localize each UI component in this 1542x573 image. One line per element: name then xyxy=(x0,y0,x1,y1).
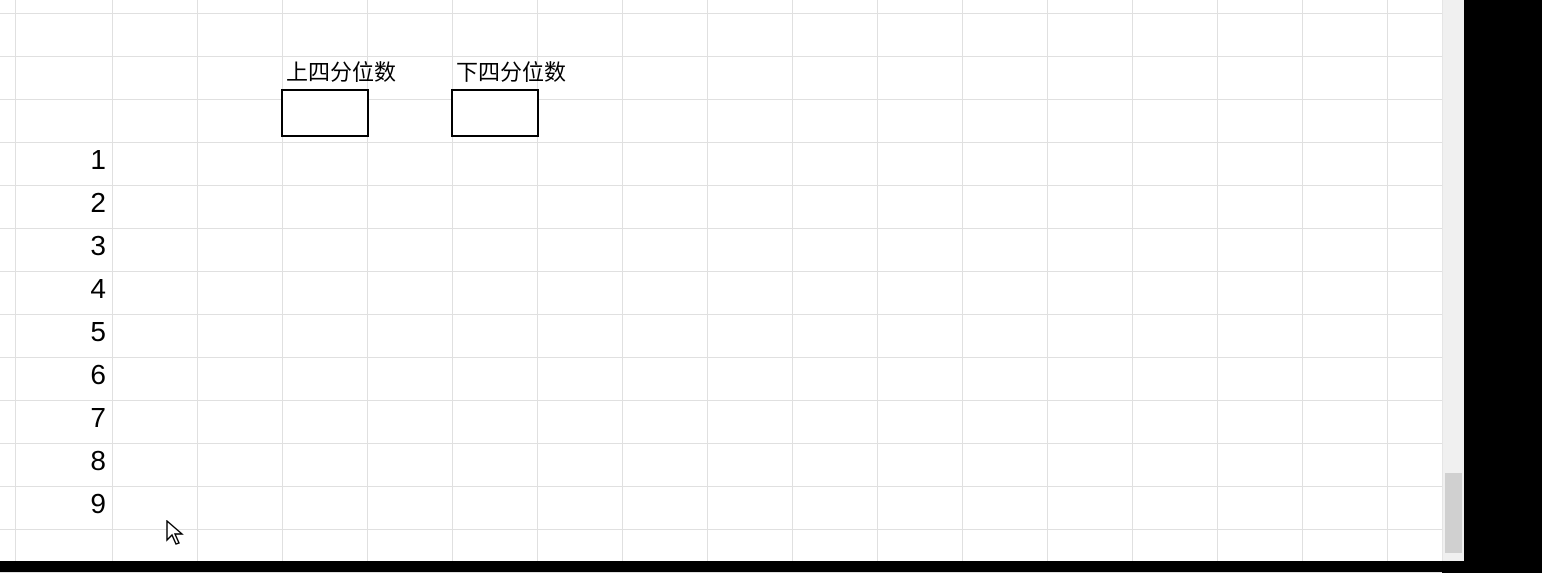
cell-layer[interactable]: 上四分位数 下四分位数 1 2 3 4 5 6 7 8 9 xyxy=(0,0,1442,561)
data-cell[interactable]: 5 xyxy=(15,312,112,352)
result-box-lower-quartile[interactable] xyxy=(451,89,539,137)
data-cell[interactable]: 4 xyxy=(15,269,112,309)
data-cell[interactable]: 2 xyxy=(15,183,112,223)
vertical-scrollbar[interactable] xyxy=(1442,0,1464,561)
result-box-upper-quartile[interactable] xyxy=(281,89,369,137)
data-cell[interactable]: 1 xyxy=(15,140,112,180)
data-cell[interactable]: 6 xyxy=(15,355,112,395)
cell-label-lower-quartile[interactable]: 下四分位数 xyxy=(452,58,620,88)
data-cell[interactable]: 9 xyxy=(15,484,112,524)
data-cell[interactable]: 3 xyxy=(15,226,112,266)
data-cell[interactable]: 8 xyxy=(15,441,112,481)
cell-label-upper-quartile[interactable]: 上四分位数 xyxy=(282,58,450,88)
spreadsheet-workspace: 上四分位数 下四分位数 1 2 3 4 5 6 7 8 9 xyxy=(0,0,1463,561)
vertical-scrollbar-thumb[interactable] xyxy=(1445,473,1462,553)
data-cell[interactable]: 7 xyxy=(15,398,112,438)
